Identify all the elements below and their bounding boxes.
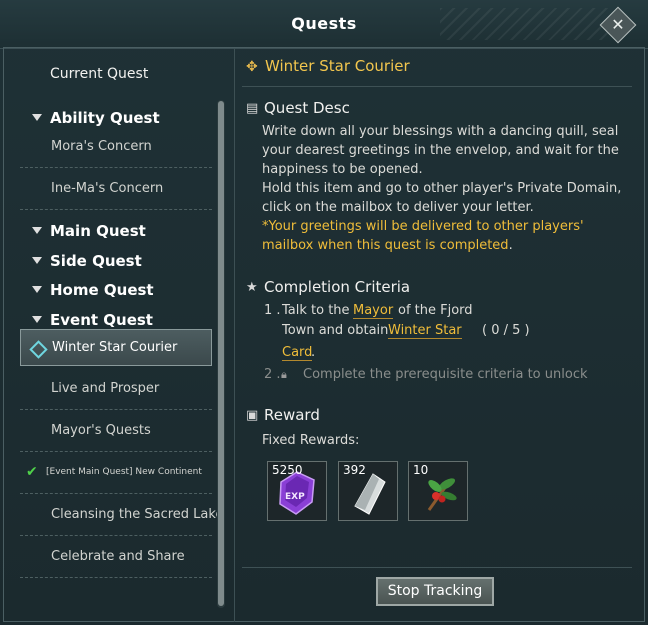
- reward-heading: Reward: [264, 406, 320, 424]
- category-label: Ability Quest: [50, 109, 160, 127]
- collapse-triangle-icon: [32, 114, 42, 121]
- list-item-label: Celebrate and Share: [51, 549, 185, 564]
- window-title: Quests: [291, 14, 357, 33]
- list-item-label: Live and Prosper: [51, 381, 160, 396]
- reward-count: 392: [343, 463, 366, 477]
- stop-tracking-button[interactable]: Stop Tracking: [376, 577, 494, 606]
- quest-description: Write down all your blessings with a dan…: [262, 122, 632, 255]
- list-item-label: Mayor's Quests: [51, 423, 151, 438]
- criteria-1-mayor-link[interactable]: Mayor: [353, 303, 394, 319]
- criteria-2-number: 2 .: [264, 367, 281, 382]
- quest-title: Winter Star Courier: [265, 57, 410, 75]
- criteria-1-number: 1 .: [264, 303, 281, 318]
- scrollbar-thumb[interactable]: [218, 101, 224, 606]
- panel-divider: [234, 48, 235, 622]
- list-item-cleansing-sacred-lake[interactable]: Cleansing the Sacred Lake: [20, 496, 223, 536]
- criteria-1-text-a: Talk to the: [282, 303, 350, 318]
- criteria-1-text-c: Town and obtain: [282, 323, 389, 338]
- completed-check-icon: ✔: [26, 464, 38, 480]
- list-item-live-and-prosper[interactable]: Live and Prosper: [20, 370, 212, 410]
- list-item-label: Ine-Ma's Concern: [51, 181, 164, 196]
- collapse-triangle-icon: [32, 316, 42, 323]
- current-quest-tab[interactable]: Current Quest: [20, 58, 212, 94]
- list-item-label: [Event Main Quest] New Continent: [46, 467, 202, 477]
- list-item-winter-star-courier[interactable]: Winter Star Courier: [20, 329, 212, 366]
- completion-criteria-heading: Completion Criteria: [264, 278, 411, 296]
- desc-paragraph-2: Hold this item and go to other player's …: [262, 181, 622, 215]
- title-divider: [242, 86, 632, 87]
- category-label: Event Quest: [50, 311, 153, 329]
- document-icon: ▤: [246, 101, 259, 116]
- desc-paragraph-1: Write down all your blessings with a dan…: [262, 124, 619, 177]
- quests-window: Quests ✕ Current Quest Ability Quest Mor…: [0, 0, 648, 625]
- collapse-triangle-icon: [32, 286, 42, 293]
- close-icon: ✕: [611, 15, 625, 34]
- desc-highlight: *Your greetings will be delivered to oth…: [262, 219, 584, 253]
- criteria-1-text-b: of the Fjord: [398, 303, 473, 318]
- quest-title-icon: ✥: [246, 59, 258, 75]
- criteria-1-item-link[interactable]: Winter Star: [388, 323, 462, 339]
- star-icon: ★: [246, 280, 258, 295]
- criteria-1-period: .: [311, 345, 316, 360]
- list-item-celebrate-and-share[interactable]: Celebrate and Share: [20, 538, 212, 578]
- list-item-inemas-concern[interactable]: Ine-Ma's Concern: [20, 170, 212, 210]
- lock-icon: 🔒︎: [281, 368, 287, 381]
- tracked-quest-diamond-icon: [29, 340, 48, 359]
- criteria-1-item-link-cont[interactable]: Card: [282, 345, 313, 361]
- list-item-label: Mora's Concern: [51, 139, 152, 154]
- list-item-label: Winter Star Courier: [52, 340, 178, 355]
- reward-slot-exp[interactable]: EXP 5250: [267, 461, 327, 521]
- reward-slot-shard[interactable]: 392: [338, 461, 398, 521]
- list-item-new-continent[interactable]: ✔ [Event Main Quest] New Continent: [20, 454, 212, 494]
- reward-chest-icon: ▣: [246, 408, 259, 423]
- quest-desc-heading: Quest Desc: [264, 99, 350, 117]
- reward-slot-holly[interactable]: 10: [408, 461, 468, 521]
- fixed-rewards-label: Fixed Rewards:: [262, 433, 360, 448]
- category-label: Home Quest: [50, 281, 154, 299]
- category-label: Side Quest: [50, 252, 142, 270]
- desc-period: .: [508, 238, 513, 253]
- criteria-1-progress: ( 0 / 5 ): [482, 323, 530, 338]
- list-item-mayors-quests[interactable]: Mayor's Quests: [20, 412, 212, 452]
- bottom-divider: [242, 567, 632, 568]
- criteria-2-text: Complete the prerequisite criteria to un…: [303, 367, 588, 382]
- current-quest-label: Current Quest: [50, 66, 149, 82]
- title-bar: Quests ✕: [0, 0, 648, 49]
- category-label: Main Quest: [50, 222, 146, 240]
- list-item-label: Cleansing the Sacred Lake: [51, 507, 224, 522]
- reward-count: 10: [413, 463, 429, 477]
- svg-text:EXP: EXP: [285, 492, 305, 502]
- list-item-moras-concern[interactable]: Mora's Concern: [20, 128, 212, 168]
- quest-list: Current Quest Ability Quest Mora's Conce…: [14, 52, 232, 612]
- collapse-triangle-icon: [32, 257, 42, 264]
- reward-count: 5250: [272, 463, 303, 477]
- collapse-triangle-icon: [32, 227, 42, 234]
